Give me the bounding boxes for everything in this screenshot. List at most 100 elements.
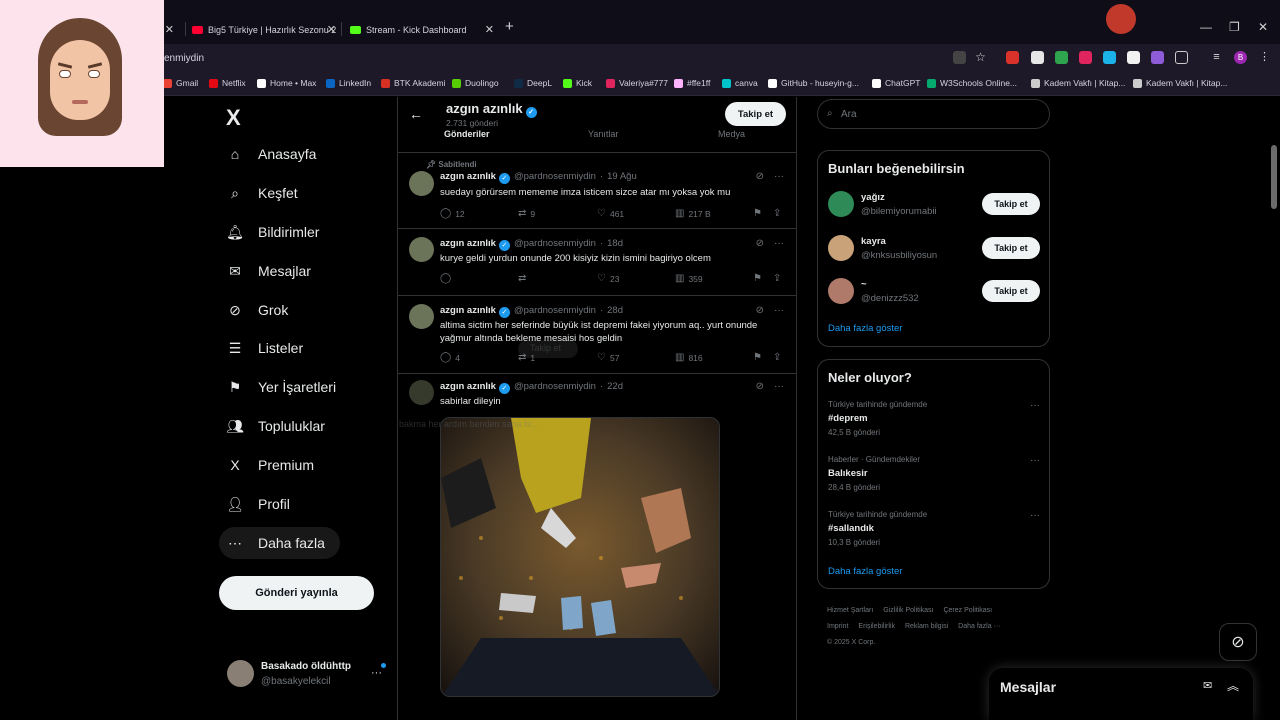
url-input[interactable]: enmiydin (164, 53, 204, 64)
views-button[interactable]: ▥ 359 (675, 273, 703, 284)
maximize-icon[interactable]: ❐ (1229, 20, 1240, 34)
back-arrow-icon[interactable]: ← (409, 106, 423, 122)
suggestion-item[interactable]: yağız @bilemiyorumabii Takip et (828, 191, 1040, 221)
extensions-icon[interactable] (1175, 51, 1188, 64)
nav-item-mesajlar[interactable]: ✉ Mesajlar (226, 256, 311, 286)
tweet-tools[interactable]: ⊘ ··· (756, 238, 784, 249)
nav-item-anasayfa[interactable]: ⌂ Anasayfa (226, 139, 317, 169)
trend-item[interactable]: Türkiye tarihinde gündemde #deprem 42,5 B … (828, 400, 1040, 442)
bookmark-item[interactable]: DeepL (514, 78, 552, 88)
tweet-media-photo[interactable] (440, 417, 720, 697)
tab-posts[interactable]: Gönderiler (444, 129, 490, 139)
white-extension-icon[interactable] (1127, 51, 1140, 64)
browser-menu-icon[interactable]: ⋮ (1258, 51, 1271, 64)
bookmark-item[interactable]: BTK Akademi (381, 78, 446, 88)
bookmark-item[interactable]: #ffe1ff (674, 78, 710, 88)
share-button[interactable]: ⇪ (773, 352, 785, 363)
close-icon[interactable]: ✕ (327, 23, 336, 36)
star-icon[interactable]: ☆ (974, 51, 987, 64)
nav-item-premium[interactable]: X Premium (226, 450, 314, 480)
nav-item-topluluklar[interactable]: 👥︎ Topluluklar (226, 411, 325, 441)
footer-link[interactable]: Daha fazla ··· (958, 623, 1000, 630)
footer-link[interactable]: Imprint (827, 623, 848, 630)
nav-item-bildirimler[interactable]: 🔔︎ Bildirimler (226, 217, 319, 247)
pink-extension-icon[interactable] (1079, 51, 1092, 64)
bookmark-item[interactable]: Gmail (163, 78, 198, 88)
install-app-icon[interactable] (953, 51, 966, 64)
tweet-tools[interactable]: ⊘ ··· (756, 305, 784, 316)
tab-media[interactable]: Medya (718, 129, 745, 139)
bookmark-item[interactable]: LinkedIn (326, 78, 371, 88)
blue-extension-icon[interactable] (1103, 51, 1116, 64)
post-button[interactable]: Gönderi yayınla (219, 576, 374, 610)
bookmark-item[interactable]: Valeriya#777 (606, 78, 668, 88)
tab-search-icon[interactable]: ≡ (1210, 51, 1223, 64)
follow-button[interactable]: Takip et (982, 237, 1040, 259)
bookmark-item[interactable]: Kadem Vakfı | Kitap... (1133, 78, 1227, 88)
minimize-icon[interactable]: — (1200, 20, 1212, 34)
bookmark-item[interactable]: canva (722, 78, 758, 88)
nav-item-daha-fazla[interactable]: ⋯ Daha fazla (226, 528, 325, 558)
close-icon[interactable]: ✕ (485, 23, 494, 36)
like-button[interactable]: ♡ 23 (597, 273, 619, 284)
suggestion-item[interactable]: ~ @denizzz532 Takip et (828, 278, 1040, 308)
account-switcher[interactable]: Basakado öldühttp @basakyelekcil ··· (227, 659, 387, 689)
follow-button[interactable]: Takip et (725, 102, 786, 126)
footer-link[interactable]: Gizlilik Politikası (883, 607, 933, 614)
bookmark-item[interactable]: Netflix (209, 78, 246, 88)
trend-more-icon[interactable]: ··· (1030, 455, 1040, 466)
like-button[interactable]: ♡ 57 (597, 352, 619, 363)
new-tab-button[interactable]: + (505, 18, 514, 35)
repost-button[interactable]: ⇄ 9 (518, 208, 535, 219)
bookmark-button[interactable]: ⚑ (753, 273, 766, 284)
window-close-icon[interactable]: ✕ (1258, 20, 1268, 34)
share-button[interactable]: ⇪ (773, 208, 785, 219)
reply-button[interactable]: ◯ 4 (440, 352, 460, 363)
account-more-icon[interactable]: ··· (371, 667, 382, 679)
trend-item[interactable]: Türkiye tarihinde gündemde #sallandık 10,3… (828, 510, 1040, 552)
bookmark-item[interactable]: Duolingo (452, 78, 499, 88)
nav-item-listeler[interactable]: ☰ Listeler (226, 333, 303, 363)
share-button[interactable]: ⇪ (773, 273, 785, 284)
avatar[interactable] (409, 237, 434, 262)
avatar[interactable] (409, 380, 434, 405)
tweet-pinned[interactable]: 📌︎ Sabitlendi azgın azınlık ✓ @pardnosenmi… (398, 153, 796, 229)
new-message-icon[interactable]: ✉ (1203, 679, 1212, 692)
bookmark-item[interactable]: Home • Max (257, 78, 316, 88)
bookmark-item[interactable]: Kadem Vakfı | Kitap... (1031, 78, 1125, 88)
footer-link[interactable]: Erişilebilirlik (858, 623, 895, 630)
reply-button[interactable]: ◯ (440, 273, 455, 284)
grok-floating-button[interactable]: ⊘ (1219, 623, 1257, 661)
bookmark-button[interactable]: ⚑ (753, 208, 766, 219)
bookmark-button[interactable]: ⚑ (753, 352, 766, 363)
nav-item-profil[interactable]: 👤︎ Profil (226, 489, 290, 519)
nav-item-keşfet[interactable]: ⌕ Keşfet (226, 178, 298, 208)
bookmark-item[interactable]: GitHub - huseyin-g... (768, 78, 859, 88)
follow-button[interactable]: Takip et (982, 193, 1040, 215)
footer-link[interactable]: Hizmet Şartları (827, 607, 873, 614)
views-button[interactable]: ▥ 816 (675, 352, 703, 363)
avatar[interactable] (828, 191, 854, 217)
like-button[interactable]: ♡ 461 (597, 208, 624, 219)
footer-link[interactable]: Reklam bilgisi (905, 623, 948, 630)
tab-replies[interactable]: Yanıtlar (588, 129, 618, 139)
messages-drawer[interactable]: Mesajlar ✉ ︽ (989, 668, 1253, 720)
tweet[interactable]: azgın azınlık ✓ @pardnosenmiydin · 18d ⊘ ··· … (398, 229, 796, 296)
tweet-tools[interactable]: ⊘ ··· (756, 171, 784, 182)
nav-item-grok[interactable]: ⊘ Grok (226, 295, 288, 325)
bookmark-item[interactable]: ChatGPT (872, 78, 920, 88)
trends-show-more-link[interactable]: Daha fazla göster (828, 566, 902, 577)
avatar[interactable] (409, 304, 434, 329)
bookmark-item[interactable]: W3Schools Online... (927, 78, 1017, 88)
purple-extension-icon[interactable] (1151, 51, 1164, 64)
tab-kick-dashboard[interactable]: Stream - Kick Dashboard ✕ (350, 17, 496, 43)
scrollbar[interactable] (1271, 145, 1277, 209)
trend-more-icon[interactable]: ··· (1030, 510, 1040, 521)
green-extension-icon[interactable] (1055, 51, 1068, 64)
tweet[interactable]: azgın azınlık ✓ @pardnosenmiydin · 28d ⊘ ··· … (398, 296, 796, 374)
tab-close-partial[interactable]: ✕ (166, 17, 174, 43)
avatar[interactable] (828, 235, 854, 261)
show-more-link[interactable]: Daha fazla göster (828, 323, 902, 334)
bookmark-item[interactable]: Kick (563, 78, 592, 88)
avatar[interactable] (409, 171, 434, 196)
